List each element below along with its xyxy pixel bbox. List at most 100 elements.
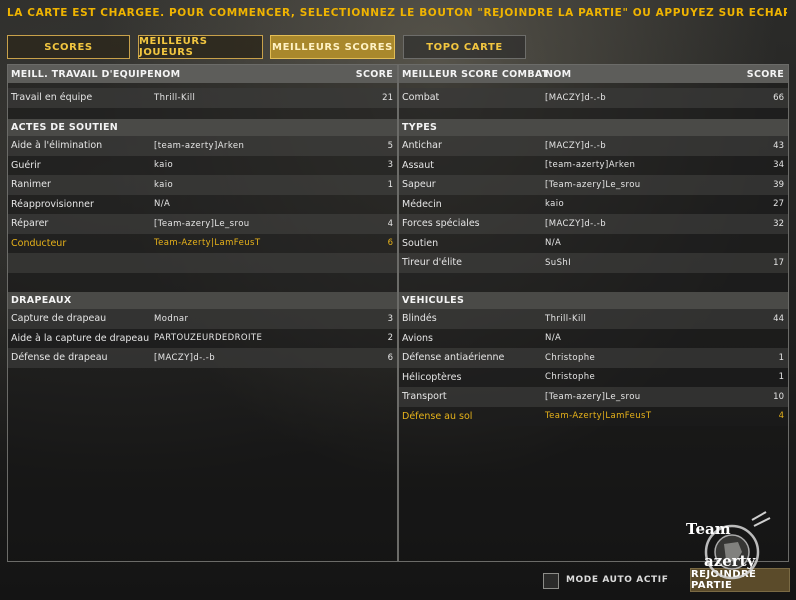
section-title: ACTES DE SOUTIEN bbox=[11, 122, 119, 133]
score-value: 34 bbox=[773, 160, 784, 171]
score-value: 2 bbox=[387, 333, 393, 344]
award-label: Antichar bbox=[402, 140, 442, 152]
right-header-title: MEILLEUR SCORE COMBAT bbox=[402, 68, 549, 80]
table-row-highlight: Défense au sol Team-Azerty|LamFeusT 4 bbox=[399, 406, 788, 426]
left-header-title: MEILL. TRAVAIL D'EQUIPE bbox=[11, 68, 154, 80]
left-header-name: NOM bbox=[154, 68, 181, 80]
section-vehicles: VEHICULES bbox=[399, 292, 788, 309]
section-types: TYPES bbox=[399, 119, 788, 136]
tab-map-overview[interactable]: TOPO CARTE bbox=[403, 35, 526, 59]
table-row: Défense antiaérienne Christophe 1 bbox=[399, 348, 788, 368]
spacer-row bbox=[8, 253, 397, 273]
section-title: DRAPEAUX bbox=[11, 295, 72, 306]
score-value: 10 bbox=[773, 391, 784, 402]
player-name: N/A bbox=[545, 333, 562, 344]
table-row: Combat [MACZY]d-.-b 66 bbox=[399, 88, 788, 108]
award-label: Médecin bbox=[402, 198, 442, 210]
teamwork-panel: MEILL. TRAVAIL D'EQUIPE NOM SCORE Travai… bbox=[7, 64, 398, 562]
player-name: [MACZY]d-.-b bbox=[154, 352, 216, 363]
award-label: Défense au sol bbox=[402, 410, 473, 422]
right-header-row: MEILLEUR SCORE COMBAT NOM SCORE bbox=[399, 65, 788, 83]
score-value: 27 bbox=[773, 199, 784, 210]
award-label: Soutien bbox=[402, 237, 439, 249]
award-label: Assaut bbox=[402, 159, 434, 171]
score-value: 66 bbox=[773, 92, 784, 103]
score-value: 43 bbox=[773, 140, 784, 151]
table-row: Forces spéciales [MACZY]d-.-b 32 bbox=[399, 214, 788, 234]
player-name: [MACZY]d-.-b bbox=[545, 218, 607, 229]
score-value: 17 bbox=[773, 257, 784, 268]
right-header-score: SCORE bbox=[746, 68, 784, 80]
table-row: Assaut [team-azerty]Arken 34 bbox=[399, 155, 788, 175]
award-label: Aide à l'élimination bbox=[11, 140, 103, 152]
table-row: Travail en équipe Thrill-Kill 21 bbox=[8, 88, 397, 108]
table-row: Aide à l'élimination [team-azerty]Arken … bbox=[8, 136, 397, 156]
score-value: 3 bbox=[387, 313, 393, 324]
left-header-row: MEILL. TRAVAIL D'EQUIPE NOM SCORE bbox=[8, 65, 397, 83]
spacer-row bbox=[399, 272, 788, 292]
combat-panel: MEILLEUR SCORE COMBAT NOM SCORE Combat [… bbox=[398, 64, 789, 562]
player-name: [team-azerty]Arken bbox=[154, 140, 245, 151]
player-name: [team-azerty]Arken bbox=[545, 160, 636, 171]
score-value: 1 bbox=[778, 372, 784, 383]
table-row: Guérir kaio 3 bbox=[8, 155, 397, 175]
score-value: 39 bbox=[773, 179, 784, 190]
join-game-button[interactable]: REJOINDRE PARTIE bbox=[690, 568, 790, 592]
player-name: [Team-azery]Le_srou bbox=[154, 218, 250, 229]
tab-best-scores[interactable]: MEILLEURS SCORES bbox=[270, 35, 395, 59]
tab-scores[interactable]: SCORES bbox=[7, 35, 130, 59]
table-row: Ranimer kaio 1 bbox=[8, 175, 397, 195]
table-row: Antichar [MACZY]d-.-b 43 bbox=[399, 136, 788, 156]
load-message: LA CARTE EST CHARGEE. POUR COMMENCER, SE… bbox=[7, 7, 787, 19]
player-name: [Team-azery]Le_srou bbox=[545, 391, 641, 402]
player-name: Team-Azerty|LamFeusT bbox=[545, 411, 652, 422]
tab-best-players[interactable]: MEILLEURS JOUEURS bbox=[138, 35, 263, 59]
award-label: Blindés bbox=[402, 313, 437, 325]
table-row-highlight: Conducteur Team-Azerty|LamFeusT 6 bbox=[8, 233, 397, 253]
score-value: 4 bbox=[778, 411, 784, 422]
player-name: Christophe bbox=[545, 372, 596, 383]
table-row: Tireur d'élite SuShI 17 bbox=[399, 253, 788, 273]
award-label: Capture de drapeau bbox=[11, 313, 107, 325]
player-name: kaio bbox=[154, 160, 174, 171]
player-name: [Team-azery]Le_srou bbox=[545, 179, 641, 190]
auto-mode-checkbox[interactable] bbox=[543, 573, 559, 589]
award-label: Guérir bbox=[11, 159, 41, 171]
auto-mode-label: MODE AUTO ACTIF bbox=[566, 575, 669, 585]
award-label: Aide à la capture de drapeau bbox=[11, 332, 150, 344]
right-header-name: NOM bbox=[545, 68, 572, 80]
award-label: Réparer bbox=[11, 218, 49, 230]
player-name: Modnar bbox=[154, 313, 189, 324]
score-value: 32 bbox=[773, 218, 784, 229]
player-name: N/A bbox=[154, 199, 171, 210]
spacer-row bbox=[8, 272, 397, 292]
table-row: Capture de drapeau Modnar 3 bbox=[8, 309, 397, 329]
award-label: Hélicoptères bbox=[402, 371, 462, 383]
score-value: 6 bbox=[387, 238, 393, 249]
table-row: Avions N/A bbox=[399, 328, 788, 348]
award-label: Réapprovisionner bbox=[11, 198, 94, 210]
score-value: 6 bbox=[387, 352, 393, 363]
score-value: 1 bbox=[387, 179, 393, 190]
tab-bar: SCORES MEILLEURS JOUEURS MEILLEURS SCORE… bbox=[7, 35, 789, 59]
player-name: kaio bbox=[154, 179, 174, 190]
score-value: 44 bbox=[773, 313, 784, 324]
table-row: Soutien N/A bbox=[399, 233, 788, 253]
award-label: Transport bbox=[402, 391, 447, 403]
table-row: Blindés Thrill-Kill 44 bbox=[399, 309, 788, 329]
award-label: Combat bbox=[402, 92, 440, 104]
award-label: Ranimer bbox=[11, 179, 51, 191]
table-row: Sapeur [Team-azery]Le_srou 39 bbox=[399, 175, 788, 195]
table-row: Aide à la capture de drapeau PARTOUZEURD… bbox=[8, 328, 397, 348]
award-label: Sapeur bbox=[402, 179, 436, 191]
award-label: Tireur d'élite bbox=[402, 257, 462, 269]
score-value: 21 bbox=[382, 92, 393, 103]
award-label: Avions bbox=[402, 332, 433, 344]
player-name: SuShI bbox=[545, 257, 572, 268]
table-row: Réapprovisionner N/A bbox=[8, 194, 397, 214]
table-row: Transport [Team-azery]Le_srou 10 bbox=[399, 387, 788, 407]
section-flags: DRAPEAUX bbox=[8, 292, 397, 309]
section-title: VEHICULES bbox=[402, 295, 465, 306]
section-title: TYPES bbox=[402, 122, 438, 133]
player-name: N/A bbox=[545, 238, 562, 249]
